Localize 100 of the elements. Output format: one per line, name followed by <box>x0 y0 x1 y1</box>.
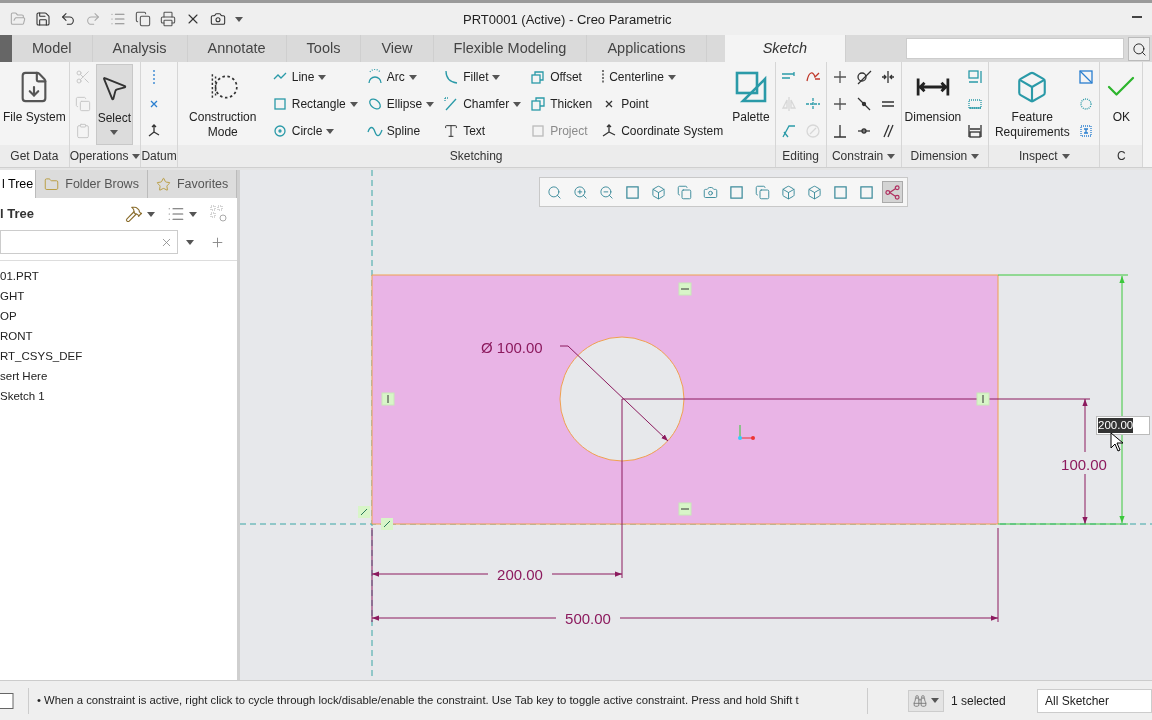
windows-button[interactable] <box>135 11 151 27</box>
group-label[interactable]: Dimension <box>901 145 989 167</box>
coincident-marker[interactable] <box>358 506 370 518</box>
search-button[interactable] <box>1128 37 1150 61</box>
tree-search-field[interactable] <box>0 230 178 254</box>
tool-button[interactable]: Centerline <box>600 64 725 90</box>
tool-label: Palette <box>732 110 770 125</box>
tool-label: File System <box>3 110 66 125</box>
scissors-icon <box>74 69 91 85</box>
tool-button[interactable]: Arc <box>365 64 436 90</box>
zoom-fit-icon <box>547 184 562 200</box>
printer-button[interactable] <box>160 11 176 27</box>
tool-button[interactable]: Line <box>270 64 359 90</box>
search-field[interactable] <box>906 38 1124 59</box>
shading-icon <box>1078 123 1095 139</box>
tree-item[interactable]: OP <box>0 307 237 327</box>
square-icon <box>530 123 547 139</box>
view-tool-button[interactable] <box>882 181 903 203</box>
baseline-icon <box>967 69 984 85</box>
ellipse-icon <box>366 96 383 112</box>
filter-dropdown[interactable]: All Sketcher <box>1037 688 1152 713</box>
caret-icon <box>1061 153 1070 159</box>
rectangle-icon <box>967 96 984 112</box>
constraint-marker[interactable] <box>678 502 692 516</box>
tree-item[interactable]: sert Here <box>0 367 237 387</box>
save-button[interactable] <box>35 11 51 27</box>
window-title: PRT0001 (Active) - Creo Parametric <box>463 11 672 29</box>
constraint-marker[interactable] <box>976 392 990 406</box>
group-label[interactable]: Constrain <box>826 145 901 167</box>
tool-button[interactable]: Circle <box>270 118 359 144</box>
overlap-icon <box>1078 69 1095 85</box>
measurement-text[interactable]: Ø 100.00 <box>481 339 543 356</box>
large-tool-button[interactable]: Dimension <box>903 64 963 145</box>
tool-button[interactable]: Coordinate System <box>600 118 725 144</box>
group-label[interactable]: Datum <box>141 145 177 167</box>
group-label[interactable]: Operations <box>69 145 141 167</box>
tool-button[interactable]: Ellipse <box>365 91 436 117</box>
coordinate-axes-icon <box>738 424 755 440</box>
tree-item[interactable]: Sketch 1 <box>0 387 237 407</box>
panel-tab[interactable]: l Tree <box>0 170 37 198</box>
constraint-marker[interactable] <box>381 392 395 406</box>
thicken-icon <box>530 96 547 112</box>
panel-tab[interactable]: Folder Brows <box>36 170 148 198</box>
folder-button[interactable] <box>10 11 26 27</box>
circle-dimension-arrow[interactable] <box>559 345 669 442</box>
large-tool-button[interactable]: OK <box>1102 64 1141 145</box>
panel-tab[interactable]: Favorites <box>147 170 238 198</box>
tool-button[interactable]: Text <box>442 118 523 144</box>
group-label[interactable]: Sketching <box>177 145 775 167</box>
tool-button[interactable]: Offset <box>529 64 594 90</box>
caret-icon <box>186 239 194 245</box>
cross-icon <box>831 96 848 112</box>
selection-count: 1 selected <box>951 692 1007 710</box>
hammer-icon <box>125 205 143 223</box>
list-button[interactable] <box>110 11 126 27</box>
group-label[interactable]: Editing <box>775 145 826 167</box>
tool-button[interactable]: Thicken <box>529 91 594 117</box>
dotted-circle-icon <box>1078 96 1095 112</box>
group-label[interactable]: C <box>1100 145 1143 167</box>
caret-icon <box>132 153 141 159</box>
rectangle-icon <box>271 96 288 112</box>
measurement-text[interactable]: 200.00 <box>497 566 543 583</box>
redo-button[interactable] <box>85 11 101 27</box>
group-label[interactable]: Get Data <box>0 145 69 167</box>
tool-label: Arc <box>386 69 405 86</box>
coincident-marker[interactable] <box>381 518 393 530</box>
large-tool-button[interactable]: Feature Requirements <box>991 64 1074 145</box>
group-label[interactable]: Inspect <box>989 145 1100 167</box>
tool-label: Feature Requirements <box>993 110 1071 140</box>
caret-icon <box>426 101 435 107</box>
constraint-marker[interactable] <box>678 282 692 296</box>
large-tool-button[interactable]: Construction Mode <box>181 64 264 145</box>
large-tool-button[interactable]: Select <box>95 64 134 145</box>
caret-icon <box>887 153 896 159</box>
caret-icon <box>349 101 358 107</box>
tool-button[interactable]: Rectangle <box>270 91 359 117</box>
measurement-text[interactable]: 500.00 <box>565 610 611 627</box>
undo-icon <box>60 11 76 27</box>
large-tool-button[interactable]: File System <box>2 64 67 145</box>
circle-icon <box>271 123 288 139</box>
large-tool-button[interactable]: Palette <box>731 64 771 145</box>
cube-icon <box>781 184 796 200</box>
undo-button[interactable] <box>60 11 76 27</box>
dimension-value-field[interactable]: 200.00 <box>1096 416 1150 435</box>
tool-button[interactable]: Point <box>600 91 725 117</box>
tool-button[interactable]: Fillet <box>442 64 523 90</box>
tree-item[interactable]: 01.PRT <box>0 267 237 287</box>
find-button[interactable] <box>908 689 944 712</box>
measurement-text[interactable]: 100.00 <box>1061 456 1107 473</box>
hidden-items-icon <box>209 204 229 224</box>
tree-item[interactable]: GHT <box>0 287 237 307</box>
tree-item[interactable]: RONT <box>0 327 237 347</box>
tool-button[interactable]: Chamfer <box>442 91 523 117</box>
windows-icon <box>135 11 151 27</box>
copy-icon <box>74 96 91 112</box>
tool-label: Fillet <box>463 69 489 86</box>
ribbon-tab[interactable]: Sketch <box>724 35 846 62</box>
tree-item[interactable]: RT_CSYS_DEF <box>0 347 237 367</box>
camera-button[interactable] <box>210 11 226 27</box>
tool-button[interactable]: Spline <box>365 118 436 144</box>
